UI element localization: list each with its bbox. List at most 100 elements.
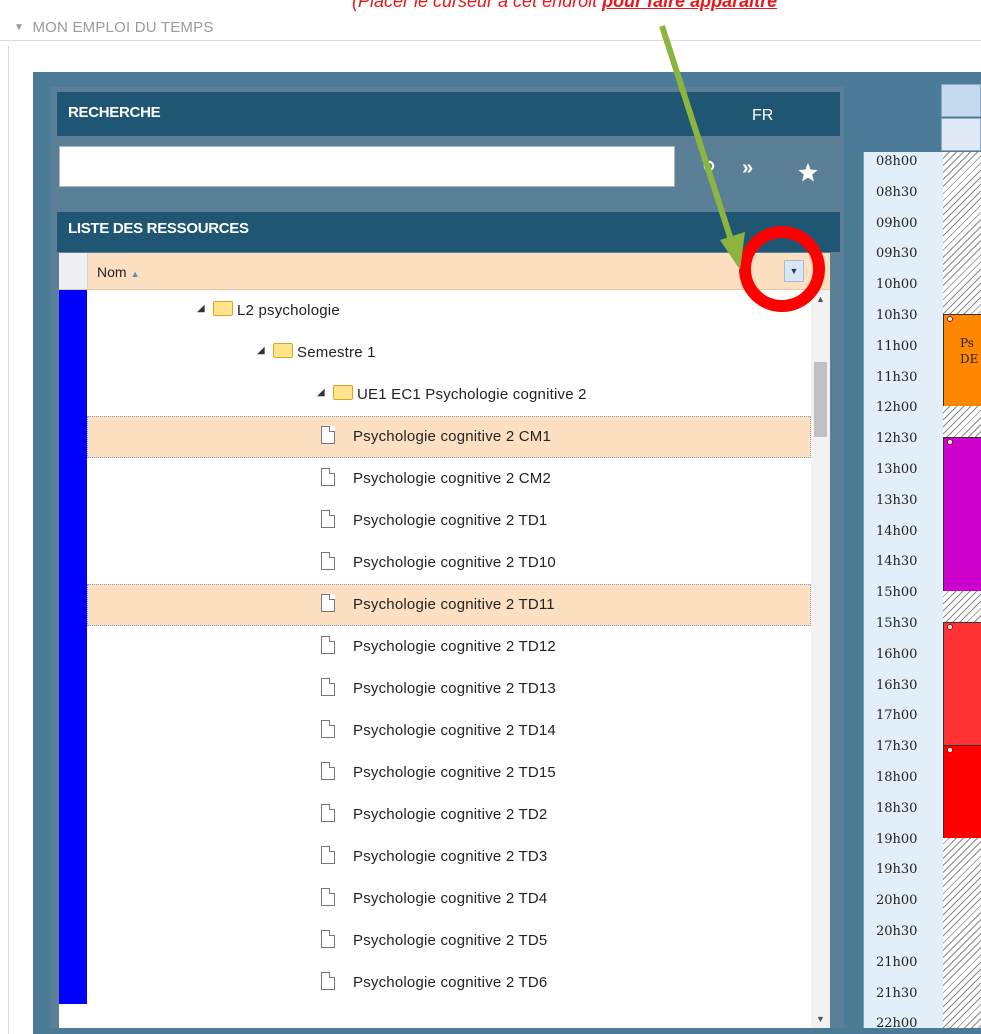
- event-text: Ps DE: [960, 335, 978, 367]
- time-label: 21h30: [876, 985, 918, 1001]
- tree-folder-row[interactable]: ◢ UE1 EC1 Psychologie cognitive 2: [59, 374, 811, 416]
- calendar-grid: 08h00 08h30 09h00 09h30 10h00 10h30 11h00 11h30…: [863, 152, 981, 1034]
- document-icon: [321, 720, 335, 738]
- tree-resource-row[interactable]: Psychologie cognitive 2 TD4: [59, 878, 811, 920]
- row-marker: [59, 290, 87, 332]
- tree-resource-row[interactable]: Psychologie cognitive 2 TD11: [59, 584, 811, 626]
- search-header-title: RECHERCHE: [68, 104, 161, 121]
- calendar-day-header[interactable]: [941, 84, 981, 117]
- time-label: 21h00: [876, 954, 918, 970]
- instruction-annotation: (Placer le curseur à cet endroit pour fa…: [352, 0, 777, 12]
- time-label: 14h30: [876, 554, 918, 570]
- event-remove-icon[interactable]: [947, 624, 953, 630]
- time-label: 19h00: [876, 831, 918, 847]
- tree-folder-row[interactable]: ◢ Semestre 1: [59, 332, 811, 374]
- calendar-event[interactable]: Ps DE: [943, 314, 981, 407]
- sort-ascending-icon: ▲: [130, 269, 140, 279]
- document-icon: [321, 552, 335, 570]
- document-icon: [321, 468, 335, 486]
- time-label: 17h00: [876, 708, 918, 724]
- folder-label: L2 psychologie: [237, 302, 340, 319]
- tree-resource-row[interactable]: Psychologie cognitive 2 TD6: [59, 962, 811, 1004]
- panel-bottom-edge: [33, 1028, 981, 1034]
- tree-resource-row[interactable]: Psychologie cognitive 2 TD5: [59, 920, 811, 962]
- row-marker: [59, 374, 87, 416]
- folder-label: UE1 EC1 Psychologie cognitive 2: [357, 386, 587, 403]
- tree-resource-row[interactable]: Psychologie cognitive 2 TD12: [59, 626, 811, 668]
- calendar-day-column: [943, 152, 981, 1034]
- language-switch[interactable]: FR: [752, 107, 773, 125]
- expand-toggle-icon[interactable]: ◢: [317, 387, 325, 398]
- row-marker: [59, 836, 87, 878]
- star-icon[interactable]: [798, 163, 818, 187]
- calendar-subheader: [941, 118, 981, 151]
- tree-resource-row[interactable]: Psychologie cognitive 2 TD3: [59, 836, 811, 878]
- expand-toggle-icon[interactable]: ◢: [197, 303, 205, 314]
- time-label: 15h00: [876, 585, 918, 601]
- tree-resource-row[interactable]: Psychologie cognitive 2 CM1: [59, 416, 811, 458]
- section-title[interactable]: ▼ MON EMPLOI DU TEMPS: [14, 19, 214, 36]
- tree-folder-row[interactable]: ◢ L2 psychologie: [59, 290, 811, 332]
- row-marker: [59, 458, 87, 500]
- event-remove-icon[interactable]: [947, 316, 953, 322]
- section-title-text: MON EMPLOI DU TEMPS: [32, 19, 214, 36]
- annotation-text: (Placer le curseur à cet endroit: [352, 0, 603, 11]
- tree-resource-row[interactable]: Psychologie cognitive 2 CM2: [59, 458, 811, 500]
- scrollbar-thumb[interactable]: [814, 362, 827, 437]
- resource-list-title: LISTE DES RESSOURCES: [68, 220, 249, 237]
- time-label: 08h30: [876, 184, 918, 200]
- resource-table: Nom ▲ ▼ ◢ L2 psychologie ◢ Semestre 1 ◢ UE1 EC…: [59, 253, 830, 1028]
- time-label: 13h00: [876, 462, 918, 477]
- document-icon: [321, 594, 335, 612]
- table-header-row: Nom ▲ ▼: [59, 253, 830, 290]
- search-icon[interactable]: [702, 160, 716, 181]
- collapse-caret-icon[interactable]: ▼: [14, 22, 24, 33]
- event-remove-icon[interactable]: [947, 439, 953, 446]
- row-marker: [59, 584, 87, 626]
- calendar-event[interactable]: [943, 745, 981, 838]
- resource-label: Psychologie cognitive 2 CM2: [353, 470, 551, 487]
- row-marker: [59, 668, 87, 710]
- row-marker: [59, 332, 87, 374]
- scroll-down-arrow-icon[interactable]: ▼: [816, 1014, 825, 1024]
- highlight-circle-annotation: [739, 226, 825, 312]
- time-label: 08h00: [876, 154, 918, 169]
- time-label: 15h30: [876, 616, 918, 631]
- expand-toggle-icon[interactable]: ◢: [257, 345, 265, 356]
- tree-resource-row[interactable]: Psychologie cognitive 2 TD10: [59, 542, 811, 584]
- row-marker: [59, 416, 87, 458]
- time-label: 11h30: [876, 369, 918, 385]
- resource-label: Psychologie cognitive 2 TD6: [353, 974, 548, 991]
- resource-label: Psychologie cognitive 2 TD11: [353, 596, 555, 613]
- tree-resource-row[interactable]: Psychologie cognitive 2 TD13: [59, 668, 811, 710]
- column-header-nom[interactable]: Nom ▲: [97, 264, 139, 280]
- event-remove-icon[interactable]: [947, 747, 953, 754]
- resource-label: Psychologie cognitive 2 TD13: [353, 680, 556, 697]
- time-label: 09h30: [876, 246, 918, 262]
- resource-label: Psychologie cognitive 2 TD15: [353, 764, 556, 781]
- row-marker: [59, 878, 87, 920]
- row-marker: [59, 962, 87, 1004]
- time-label: 16h00: [876, 646, 918, 662]
- resource-label: Psychologie cognitive 2 TD10: [353, 554, 556, 571]
- folder-icon: [333, 385, 353, 400]
- tree-resource-row[interactable]: Psychologie cognitive 2 TD1: [59, 500, 811, 542]
- vertical-scrollbar[interactable]: ▲ ▼: [811, 290, 830, 1028]
- row-marker: [59, 920, 87, 962]
- calendar-event[interactable]: [943, 622, 981, 746]
- time-label: 18h00: [876, 770, 918, 785]
- scroll-up-arrow-icon[interactable]: ▲: [816, 294, 825, 304]
- calendar-event[interactable]: [943, 437, 981, 592]
- document-icon: [321, 678, 335, 696]
- tree-resource-row[interactable]: Psychologie cognitive 2 TD15: [59, 752, 811, 794]
- tree-resource-row[interactable]: Psychologie cognitive 2 TD2: [59, 794, 811, 836]
- search-input[interactable]: [59, 146, 675, 187]
- document-icon: [321, 972, 335, 990]
- resource-rows: ◢ L2 psychologie ◢ Semestre 1 ◢ UE1 EC1 Psych…: [59, 290, 811, 1028]
- time-column: 08h00 08h30 09h00 09h30 10h00 10h30 11h00 11h30…: [864, 152, 943, 1034]
- document-icon: [321, 636, 335, 654]
- time-label: 17h30: [876, 739, 918, 755]
- double-chevron-right-icon[interactable]: »: [742, 157, 753, 180]
- row-marker: [59, 500, 87, 542]
- tree-resource-row[interactable]: Psychologie cognitive 2 TD14: [59, 710, 811, 752]
